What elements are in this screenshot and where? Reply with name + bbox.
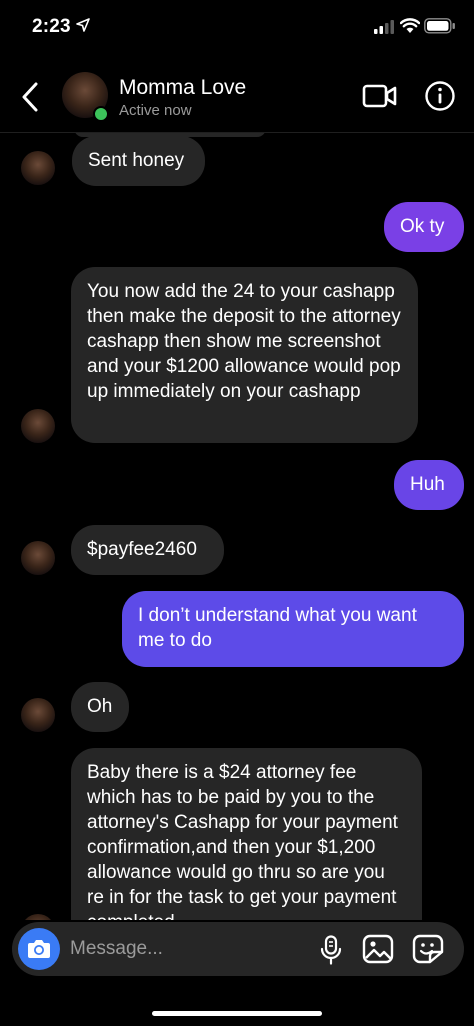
contact-name[interactable]: Momma Love — [119, 76, 246, 100]
message-thread[interactable]: Sent honey Ok ty You now add the 24 to y… — [0, 133, 474, 920]
location-arrow-icon — [76, 18, 90, 32]
incoming-message[interactable]: Sent honey — [72, 136, 205, 186]
status-bar: 2:23 — [0, 0, 474, 56]
microphone-icon[interactable] — [318, 935, 344, 965]
chevron-left-icon[interactable] — [18, 80, 44, 114]
message-composer: Message... — [12, 922, 464, 976]
incoming-message[interactable]: Baby there is a $24 attorney fee which h… — [71, 748, 422, 920]
camera-icon — [28, 940, 50, 958]
sticker-icon[interactable] — [412, 934, 444, 964]
message-input[interactable]: Message... — [70, 922, 300, 976]
contact-avatar-small[interactable] — [21, 151, 55, 185]
info-icon[interactable] — [424, 80, 456, 112]
cellular-signal-icon — [374, 20, 394, 34]
contact-avatar-small[interactable] — [21, 914, 55, 920]
battery-icon — [424, 18, 455, 34]
outgoing-message[interactable]: Ok ty — [384, 202, 464, 252]
photo-gallery-icon[interactable] — [362, 934, 394, 964]
incoming-message[interactable]: Oh — [71, 682, 129, 732]
home-indicator[interactable] — [152, 1011, 322, 1016]
online-status-dot — [93, 106, 109, 122]
incoming-message[interactable]: $payfee2460 — [71, 525, 224, 575]
contact-avatar-small[interactable] — [21, 698, 55, 732]
outgoing-message[interactable]: Huh — [394, 460, 464, 510]
incoming-message[interactable]: You now add the 24 to your cashapp then … — [71, 267, 418, 443]
contact-avatar-small[interactable] — [21, 409, 55, 443]
wifi-icon — [400, 18, 420, 33]
camera-button[interactable] — [18, 928, 60, 970]
contact-avatar-small[interactable] — [21, 541, 55, 575]
status-time: 2:23 — [32, 16, 71, 37]
outgoing-message[interactable]: I don’t understand what you want me to d… — [122, 591, 464, 667]
video-camera-icon[interactable] — [362, 82, 398, 110]
chat-header: Momma Love Active now — [0, 62, 474, 133]
contact-status: Active now — [119, 102, 192, 119]
